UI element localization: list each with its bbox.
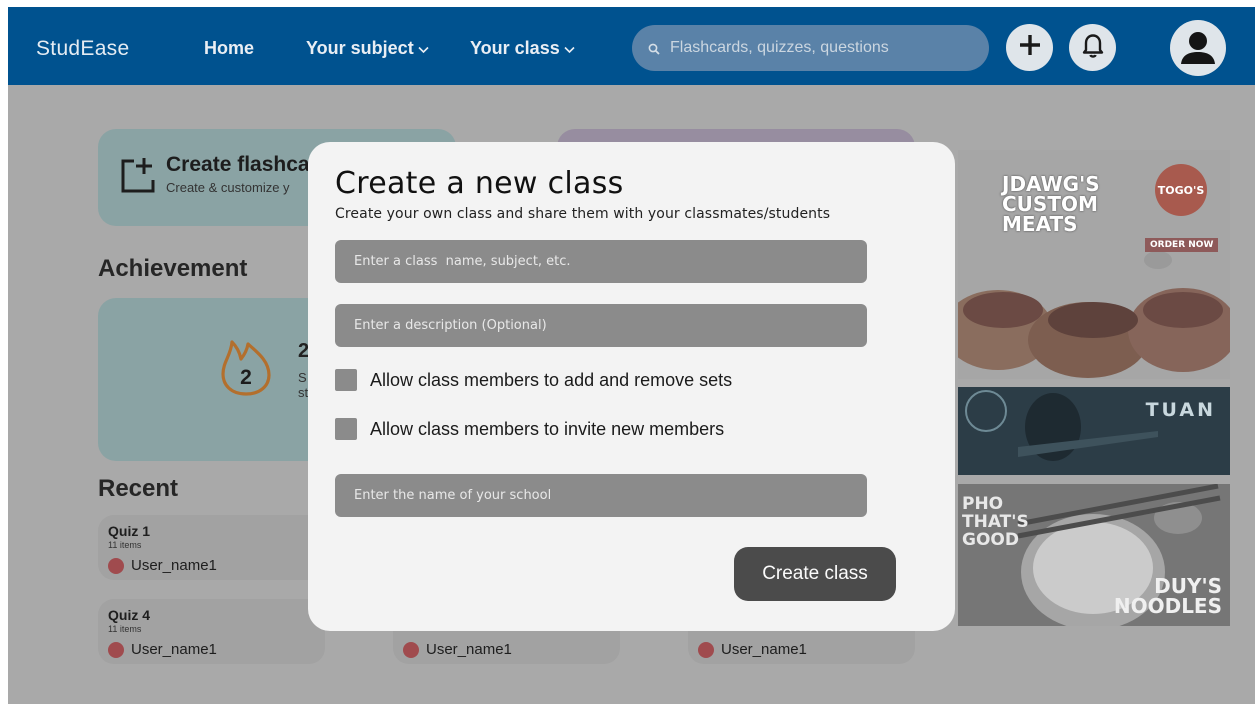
quiz-author: User_name1: [403, 641, 512, 658]
search-input[interactable]: [670, 39, 960, 57]
quiz-author-name: User_name1: [131, 557, 217, 574]
quiz-item-count: 11 items: [108, 624, 142, 634]
quiz-author-name: User_name1: [721, 641, 807, 658]
allow-add-remove-sets-checkbox[interactable]: Allow class members to add and remove se…: [335, 369, 732, 391]
logo[interactable]: StudEase: [36, 37, 129, 61]
recent-quiz-card[interactable]: Quiz 1 11 items User_name1: [98, 515, 325, 580]
plus-icon: [1017, 32, 1043, 63]
allow-invite-members-checkbox[interactable]: Allow class members to invite new member…: [335, 418, 724, 440]
ad-banner-noodles[interactable]: PHO THAT'S GOOD DUY'S NOODLES: [958, 484, 1230, 626]
avatar-dot-icon: [403, 641, 419, 658]
ad-movie-title: TUAN: [1145, 399, 1216, 421]
ad-noodle-brand-line: NOODLES: [1113, 594, 1222, 618]
add-set-icon: [120, 155, 156, 200]
ad-noodle-slogan-line: THAT'S: [962, 511, 1029, 532]
quiz-author: User_name1: [108, 641, 217, 658]
modal-subtitle: Create your own class and share them wit…: [335, 206, 831, 222]
create-class-button[interactable]: Create class: [734, 547, 896, 601]
checkbox-label: Allow class members to add and remove se…: [370, 369, 733, 390]
quiz-author-name: User_name1: [131, 641, 217, 658]
ad-headline-line: MEATS: [1002, 212, 1078, 236]
chevron-down-icon: [418, 43, 429, 57]
streak-flame-icon: 2: [214, 334, 278, 403]
avatar-dot-icon: [698, 641, 714, 658]
quiz-author: User_name1: [698, 641, 807, 658]
ad-banner-sandwich[interactable]: AD JDAWG'S CUSTOM MEATS TOGO'S ORDER NOW: [958, 150, 1230, 379]
user-avatar[interactable]: [1170, 20, 1226, 76]
nav-home-label: Home: [204, 38, 255, 58]
streak-count: 2: [240, 366, 252, 389]
class-name-input[interactable]: [335, 240, 867, 283]
create-class-modal: Create a new class Create your own class…: [308, 142, 955, 631]
search-icon: [648, 42, 660, 55]
ad-headline-line: JDAWG'S: [1002, 172, 1100, 196]
ad-headline-line: CUSTOM: [1002, 192, 1098, 216]
chevron-down-icon: [564, 43, 575, 57]
checkbox-box[interactable]: [335, 369, 357, 391]
user-icon: [1170, 32, 1226, 76]
modal-title: Create a new class: [335, 166, 624, 201]
recent-heading: Recent: [98, 475, 179, 502]
avatar-dot-icon: [108, 557, 124, 574]
create-flashcard-title: Create flashca: [166, 153, 310, 176]
achievement-detail-line2: st: [298, 385, 309, 400]
quiz-item-count: 11 items: [108, 540, 142, 550]
achievement-detail-line1: S: [298, 370, 307, 385]
top-navbar: StudEase Home Your subject Your class: [8, 7, 1255, 85]
ad-headline: JDAWG'S CUSTOM MEATS: [1002, 174, 1100, 234]
ad-noodle-brand-line: DUY'S: [1154, 574, 1222, 598]
nav-your-subject[interactable]: Your subject: [306, 38, 429, 59]
checkbox-label: Allow class members to invite new member…: [370, 418, 725, 439]
checkbox-box[interactable]: [335, 418, 357, 440]
school-name-input[interactable]: [335, 474, 867, 517]
recent-quiz-card[interactable]: Quiz 4 11 items User_name1: [98, 599, 325, 664]
nav-your-subject-label: Your subject: [306, 38, 414, 58]
ad-noodle-brand: DUY'S NOODLES: [1114, 576, 1222, 616]
achievement-detail: S st: [298, 370, 308, 400]
avatar-dot-icon: [108, 641, 124, 658]
description-input[interactable]: [335, 304, 867, 347]
nav-your-class-label: Your class: [470, 38, 560, 58]
ad-noodle-slogan-line: GOOD: [962, 529, 1019, 550]
quiz-author: User_name1: [108, 557, 217, 574]
create-flashcard-subtitle: Create & customize y: [166, 180, 290, 195]
ad-order-now[interactable]: ORDER NOW: [1145, 238, 1219, 252]
notifications-button[interactable]: [1069, 24, 1116, 71]
ad-noodle-slogan: PHO THAT'S GOOD: [962, 495, 1029, 550]
nav-home[interactable]: Home: [204, 38, 254, 59]
quiz-name: Quiz 4: [108, 607, 151, 623]
nav-your-class[interactable]: Your class: [470, 38, 575, 59]
ad-banner-movie[interactable]: TUAN: [958, 387, 1230, 475]
quiz-author-name: User_name1: [426, 641, 512, 658]
bell-icon: [1080, 31, 1106, 64]
search-bar[interactable]: [632, 25, 989, 71]
app-frame: StudEase Home Your subject Your class Fl…: [8, 7, 1255, 704]
add-button[interactable]: [1006, 24, 1053, 71]
quiz-name: Quiz 1: [108, 523, 151, 539]
achievement-heading: Achievement: [98, 255, 248, 282]
ad-brand-logo: TOGO'S: [1155, 164, 1207, 216]
